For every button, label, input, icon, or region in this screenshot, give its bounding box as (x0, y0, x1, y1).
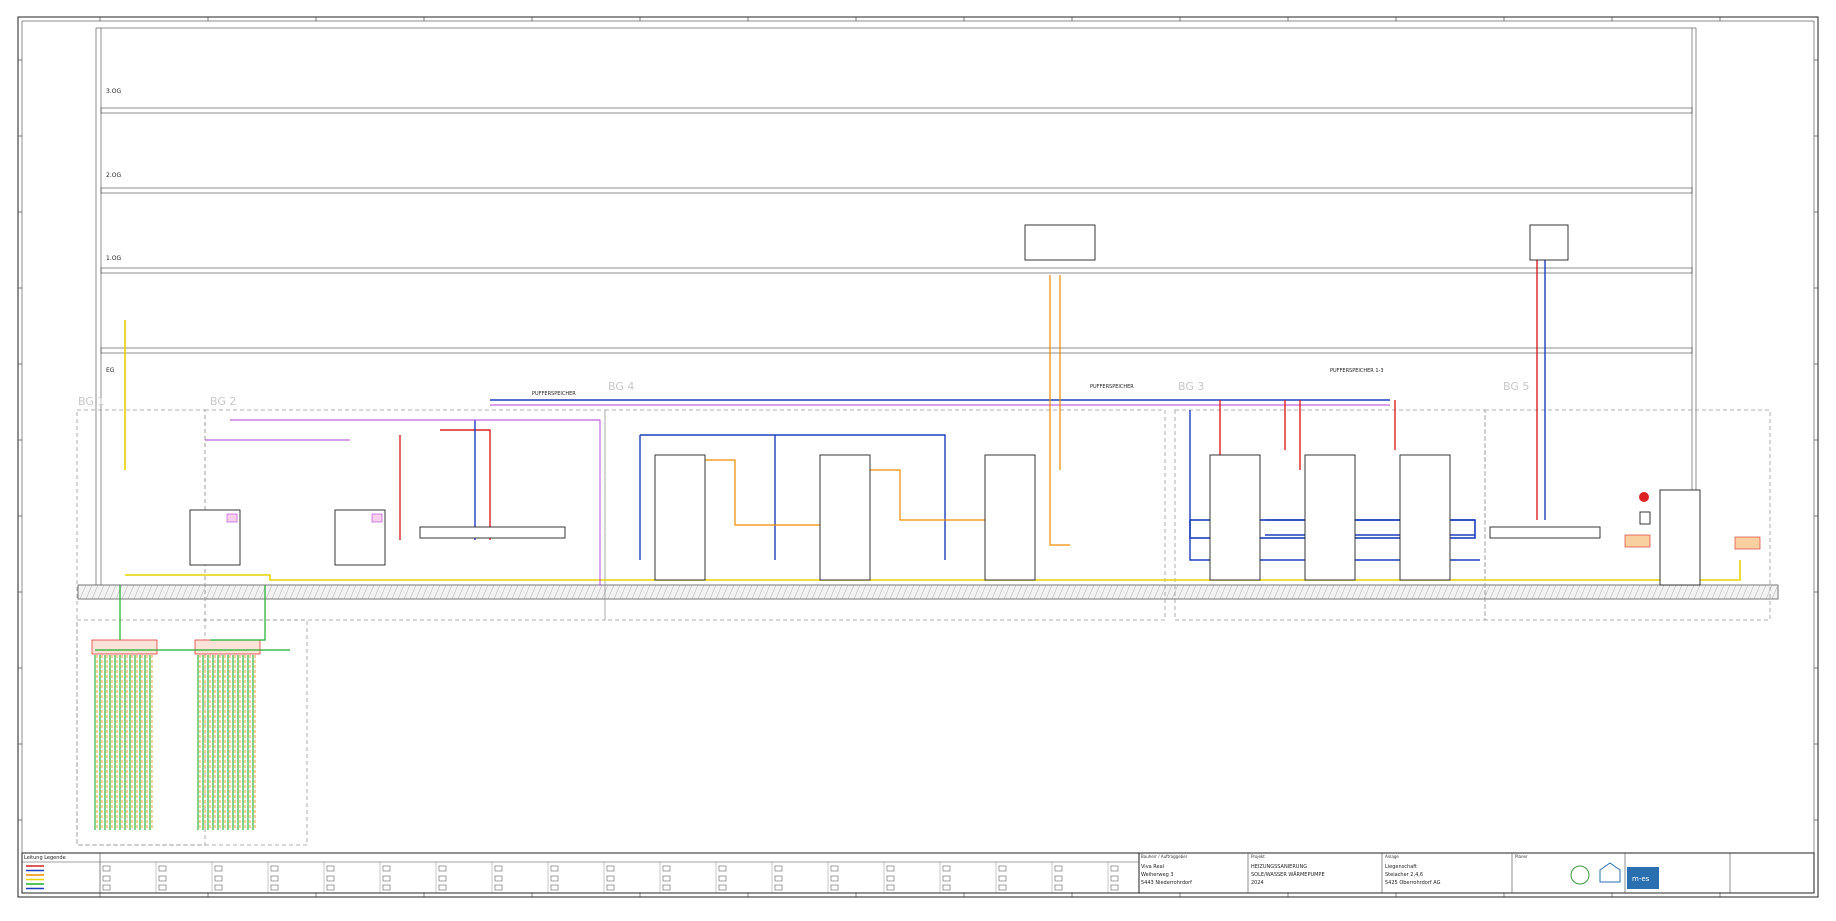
ruler-ticks (18, 17, 1818, 897)
group-label-bg4: BG 4 (608, 380, 634, 393)
group-label-bg3: BG 3 (1178, 380, 1204, 393)
client-city: 5443 Niederrohrdorf (1141, 880, 1192, 886)
symbol-legend: Leitung Legende (21, 852, 1140, 894)
manifold-right (1489, 526, 1601, 539)
manifold-left (419, 526, 566, 539)
heating-schematic: 3.OG 2.OG 1.OG EG BG 1 BG 2 BG 4 BG 3 BG… (17, 16, 1819, 898)
storage-label-3: PUFFERSPEICHER 1-3 (1330, 368, 1384, 374)
sheet-frame (17, 16, 1819, 898)
substation-box-1og-right (1529, 224, 1569, 261)
group-label-bg2: BG 2 (210, 395, 236, 408)
floor-label-1og: 1.OG (106, 255, 121, 262)
legend-heading: Leitung Legende (24, 855, 66, 861)
site-street: Steiacher 2,4,6 (1385, 872, 1423, 878)
floor-label-3og: 3.OG (106, 88, 121, 95)
storage-label-2: PUFFERSPEICHER (1090, 384, 1134, 390)
geothermal-probes (91, 639, 261, 830)
client-label: Bauherr / Auftraggeber (1141, 854, 1188, 859)
site-name: Liegenschaft (1385, 864, 1417, 870)
heat-pump-units (189, 509, 386, 566)
buffer-tanks-bg4 (654, 454, 1036, 581)
storage-label-1: PUFFERSPEICHER (532, 391, 576, 397)
leaf-logo-icon (1570, 865, 1590, 885)
house-logo-icon (1599, 862, 1621, 883)
client-street: Weiherweg 3 (1141, 872, 1174, 878)
project-label: Projekt (1251, 854, 1265, 859)
title-block: Bauherr / Auftraggeber Viva Real Weiherw… (1138, 852, 1815, 894)
schematic-sheet: 3.OG 2.OG 1.OG EG BG 1 BG 2 BG 4 BG 3 BG… (0, 0, 1836, 917)
project-title-2: SOLE/WASSER WÄRMEPUMPE (1251, 871, 1325, 878)
planner-label: Planer (1515, 854, 1528, 859)
buffer-tanks-bg3 (1209, 454, 1451, 581)
substation-box-1og (1024, 224, 1096, 261)
floor-label-eg: EG (106, 367, 115, 374)
project-title-1: HEIZUNGSSANIERUNG (1251, 864, 1307, 870)
group-label-bg5: BG 5 (1503, 380, 1529, 393)
project-year: 2024 (1251, 880, 1264, 886)
floor-label-2og: 2.OG (106, 172, 121, 179)
group-label-bg1: BG 1 (78, 395, 104, 408)
building-outline (95, 27, 1697, 591)
site-label: Anlage (1385, 854, 1399, 859)
ground-slab (77, 584, 1779, 600)
client-name: Viva Real (1141, 864, 1164, 870)
floor-slabs (100, 107, 1693, 354)
site-city: 5425 Oberrohrdorf AG (1385, 880, 1441, 886)
company-logo-text: m-es (1632, 875, 1650, 883)
